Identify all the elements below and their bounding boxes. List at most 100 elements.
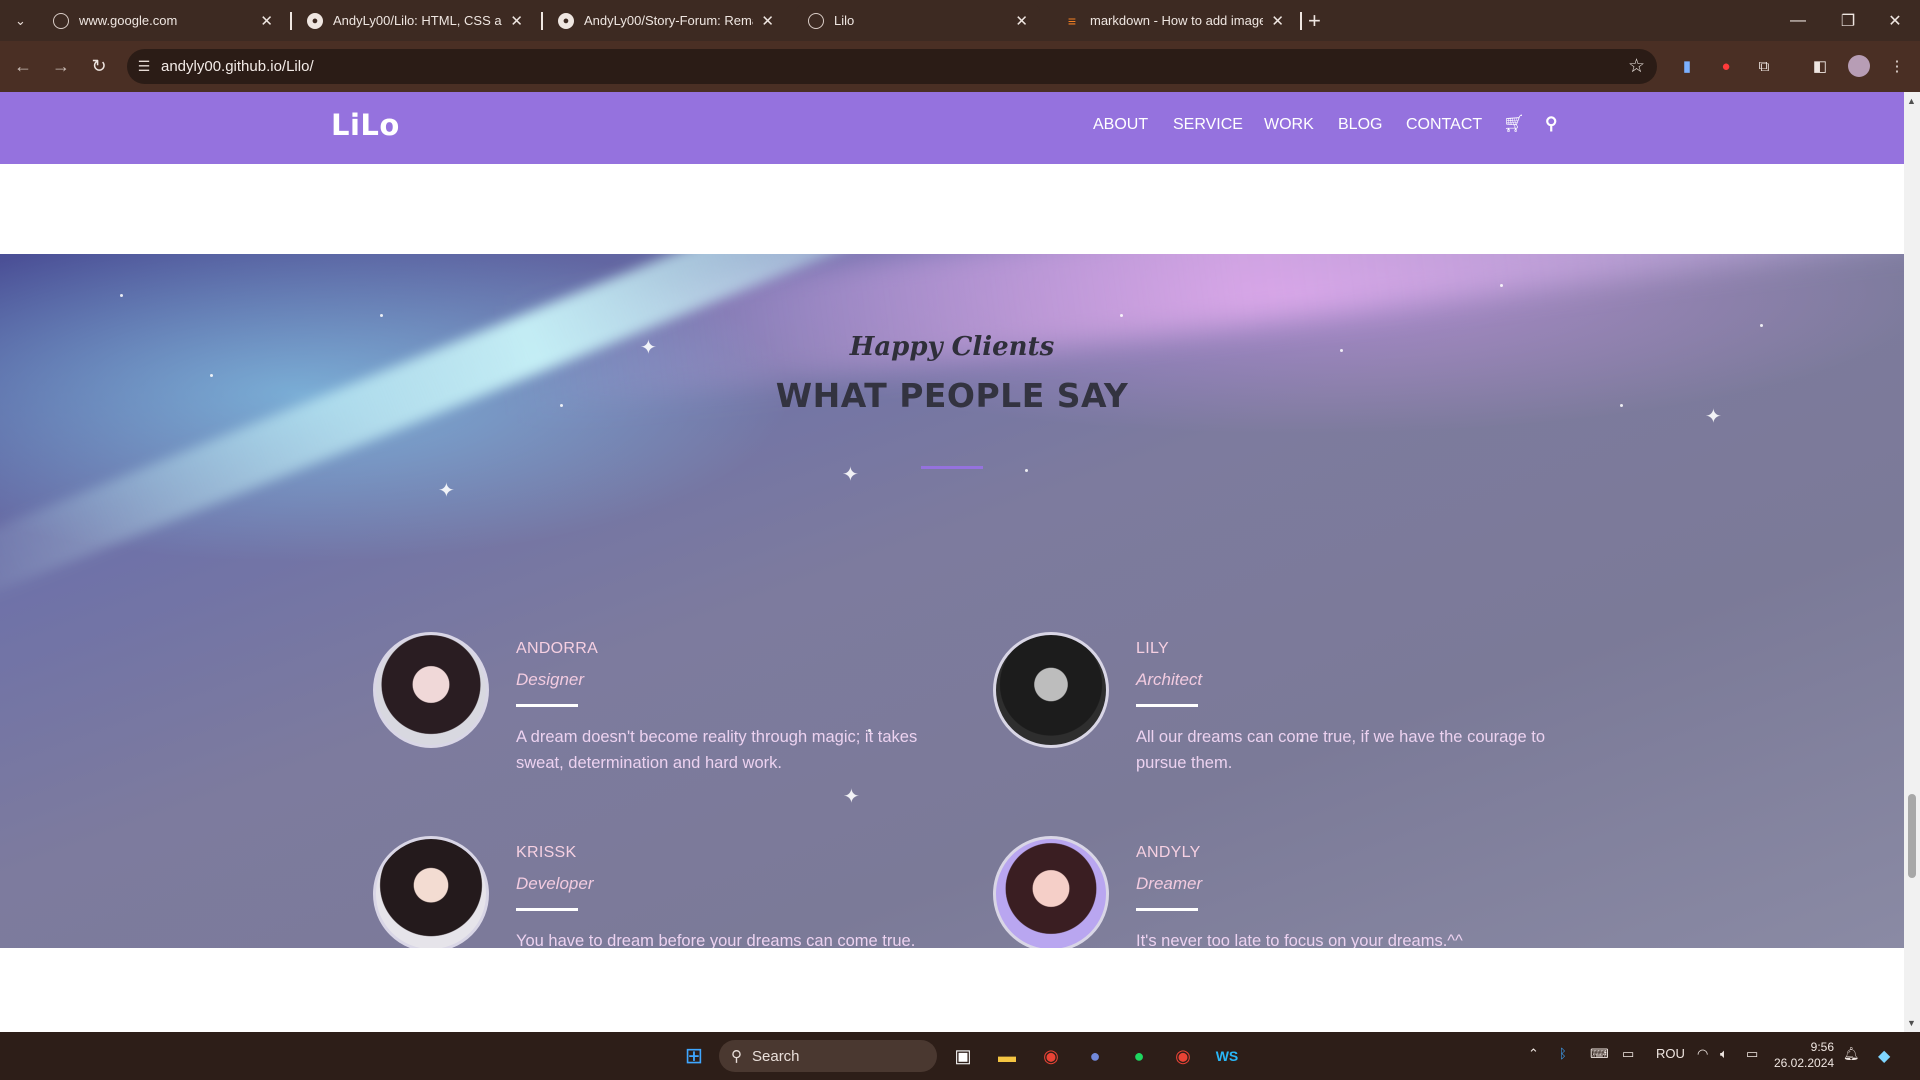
tab-label: markdown - How to add images t — [1090, 13, 1264, 28]
tray-chevron-icon[interactable]: ⌃ — [1528, 1046, 1539, 1062]
webstorm-icon[interactable]: WS — [1213, 1042, 1241, 1070]
tab-search-chevron-icon[interactable]: ⌄ — [0, 0, 41, 41]
forward-icon[interactable]: → — [43, 41, 79, 92]
back-icon[interactable]: ← — [5, 41, 41, 92]
tab-lilo[interactable]: Lilo ✕ — [796, 4, 1040, 37]
browser-tab-bar: ⌄ www.google.com ✕ ● AndyLy00/Lilo: HTML… — [0, 0, 1920, 41]
keyboard-icon[interactable]: ⌨ — [1590, 1046, 1609, 1062]
sparkle: ✦ — [843, 786, 860, 808]
clock-date: 26.02.2024 — [1774, 1056, 1835, 1070]
testimonial-role: Developer — [516, 874, 594, 893]
testimonial-quote: A dream doesn't become reality through m… — [516, 728, 918, 772]
windows-taskbar: ⊞ ⚲ Search ▣ ▬ ◉ ● ● ◉ WS ⌃ ᛒ ⌨ ▭ ROU ◠ … — [0, 1032, 1920, 1080]
discord-icon[interactable]: ● — [1081, 1042, 1109, 1070]
testimonial-card: LILY Architect All our dreams can come t… — [993, 632, 1553, 772]
avatar — [993, 836, 1109, 948]
copilot-icon[interactable]: ◆ — [1878, 1046, 1890, 1066]
title-underline — [921, 466, 983, 469]
testimonials-section: ✦ ✦ ✦ ✦ ✦ Happy Clients WHAT PEOPLE SAY … — [0, 254, 1904, 948]
site-header: LiLo ABOUT SERVICE WORK BLOG CONTACT 🛒︎ … — [0, 92, 1904, 164]
close-tab-icon[interactable]: ✕ — [260, 12, 273, 30]
tab-google[interactable]: www.google.com ✕ — [41, 4, 285, 37]
notifications-icon[interactable]: 🔔︎ — [1843, 1046, 1860, 1062]
tab-github-story-forum[interactable]: ● AndyLy00/Story-Forum: Remake to ✕ — [546, 4, 786, 37]
search-icon[interactable]: ⚲ — [1545, 114, 1557, 134]
testimonial-name: ANDYLY — [1136, 844, 1201, 861]
stackoverflow-icon: ≡ — [1067, 12, 1077, 29]
sparkle: ✦ — [438, 480, 455, 502]
star — [1500, 284, 1503, 287]
taskbar-search[interactable]: ⚲ Search — [719, 1040, 937, 1072]
chrome-icon[interactable]: ◉ — [1037, 1042, 1065, 1070]
extension-translate-icon[interactable]: ▮ — [1676, 55, 1698, 77]
star — [1025, 469, 1028, 472]
web-page: LiLo ABOUT SERVICE WORK BLOG CONTACT 🛒︎ … — [0, 92, 1904, 1032]
battery-icon[interactable]: ▭ — [1746, 1046, 1758, 1062]
tab-stackoverflow[interactable]: ≡ markdown - How to add images t ✕ — [1052, 4, 1296, 37]
windows-start-icon[interactable]: ⊞ — [680, 1042, 708, 1070]
bluetooth-icon[interactable]: ᛒ — [1559, 1046, 1567, 1061]
cart-icon[interactable]: 🛒︎ — [1503, 114, 1525, 134]
star — [1760, 324, 1763, 327]
close-tab-icon[interactable]: ✕ — [1271, 12, 1284, 30]
profile-avatar[interactable] — [1848, 55, 1870, 77]
testimonial-card: ANDORRA Designer A dream doesn't become … — [373, 632, 933, 772]
scroll-down-icon[interactable]: ▼ — [1907, 1018, 1916, 1028]
testimonial-divider — [1136, 908, 1198, 911]
extensions-puzzle-icon[interactable]: ⧉ — [1753, 55, 1775, 77]
taskbar-search-label: Search — [752, 1047, 800, 1065]
spotify-icon[interactable]: ● — [1125, 1042, 1153, 1070]
taskbar-clock[interactable]: 9:56 26.02.2024 — [1774, 1039, 1834, 1071]
restore-icon[interactable]: ❐ — [1823, 0, 1873, 41]
tab-github-lilo[interactable]: ● AndyLy00/Lilo: HTML, CSS and JS p ✕ — [295, 4, 535, 37]
close-tab-icon[interactable]: ✕ — [1015, 12, 1028, 30]
chrome-active-icon[interactable]: ◉ — [1169, 1042, 1197, 1070]
clock-time: 9:56 — [1810, 1040, 1834, 1054]
tab-label: AndyLy00/Story-Forum: Remake to — [584, 13, 753, 28]
nav-contact[interactable]: CONTACT — [1406, 116, 1482, 134]
language-indicator[interactable]: ROU — [1656, 1046, 1685, 1061]
close-tab-icon[interactable]: ✕ — [761, 12, 774, 30]
side-panel-icon[interactable]: ◧ — [1809, 55, 1831, 77]
scroll-thumb[interactable] — [1908, 794, 1916, 878]
avatar — [993, 632, 1109, 748]
extension-adblock-icon[interactable]: ● — [1715, 55, 1737, 77]
nav-blog[interactable]: BLOG — [1338, 116, 1382, 134]
testimonial-quote: You have to dream before your dreams can… — [516, 932, 916, 948]
testimonial-card: ANDYLY Dreamer It's never too late to fo… — [993, 836, 1553, 948]
section-title: WHAT PEOPLE SAY — [775, 376, 1129, 415]
tab-label: www.google.com — [79, 13, 178, 28]
nav-about[interactable]: ABOUT — [1093, 116, 1148, 134]
page-scrollbar[interactable]: ▲ ▼ — [1904, 92, 1920, 1032]
testimonial-name: KRISSK — [516, 844, 577, 861]
url-text: andyly00.github.io/Lilo/ — [161, 58, 314, 75]
scroll-up-icon[interactable]: ▲ — [1907, 96, 1916, 106]
close-window-icon[interactable]: ✕ — [1870, 0, 1920, 41]
testimonial-quote: It's never too late to focus on your dre… — [1136, 932, 1463, 948]
close-tab-icon[interactable]: ✕ — [510, 12, 523, 30]
minimize-icon[interactable]: — — [1773, 0, 1823, 41]
site-info-icon[interactable]: ☰ — [127, 58, 161, 75]
wifi-icon[interactable]: ◠ — [1697, 1046, 1708, 1062]
sparkle: ✦ — [842, 464, 859, 486]
testimonial-divider — [516, 704, 578, 707]
nav-service[interactable]: SERVICE — [1173, 116, 1243, 134]
site-logo[interactable]: LiLo — [331, 108, 400, 142]
new-tab-icon[interactable]: + — [1308, 8, 1321, 34]
task-view-icon[interactable]: ▣ — [949, 1042, 977, 1070]
volume-icon[interactable]: 🔈︎ — [1720, 1046, 1728, 1062]
address-bar[interactable]: ☰ andyly00.github.io/Lilo/ ☆ — [127, 49, 1657, 84]
bookmark-star-icon[interactable]: ☆ — [1628, 55, 1645, 78]
tab-label: Lilo — [834, 13, 855, 28]
file-explorer-icon[interactable]: ▬ — [993, 1042, 1021, 1070]
testimonial-divider — [516, 908, 578, 911]
globe-icon — [808, 12, 824, 29]
testimonial-quote: All our dreams can come true, if we have… — [1136, 728, 1546, 772]
star — [1120, 314, 1123, 317]
nav-work[interactable]: WORK — [1264, 116, 1314, 134]
section-subtitle: Happy Clients — [849, 332, 1055, 362]
reload-icon[interactable]: ↻ — [81, 41, 117, 92]
browser-menu-icon[interactable]: ⋮ — [1886, 55, 1908, 77]
display-icon[interactable]: ▭ — [1622, 1046, 1634, 1062]
star — [380, 314, 383, 317]
